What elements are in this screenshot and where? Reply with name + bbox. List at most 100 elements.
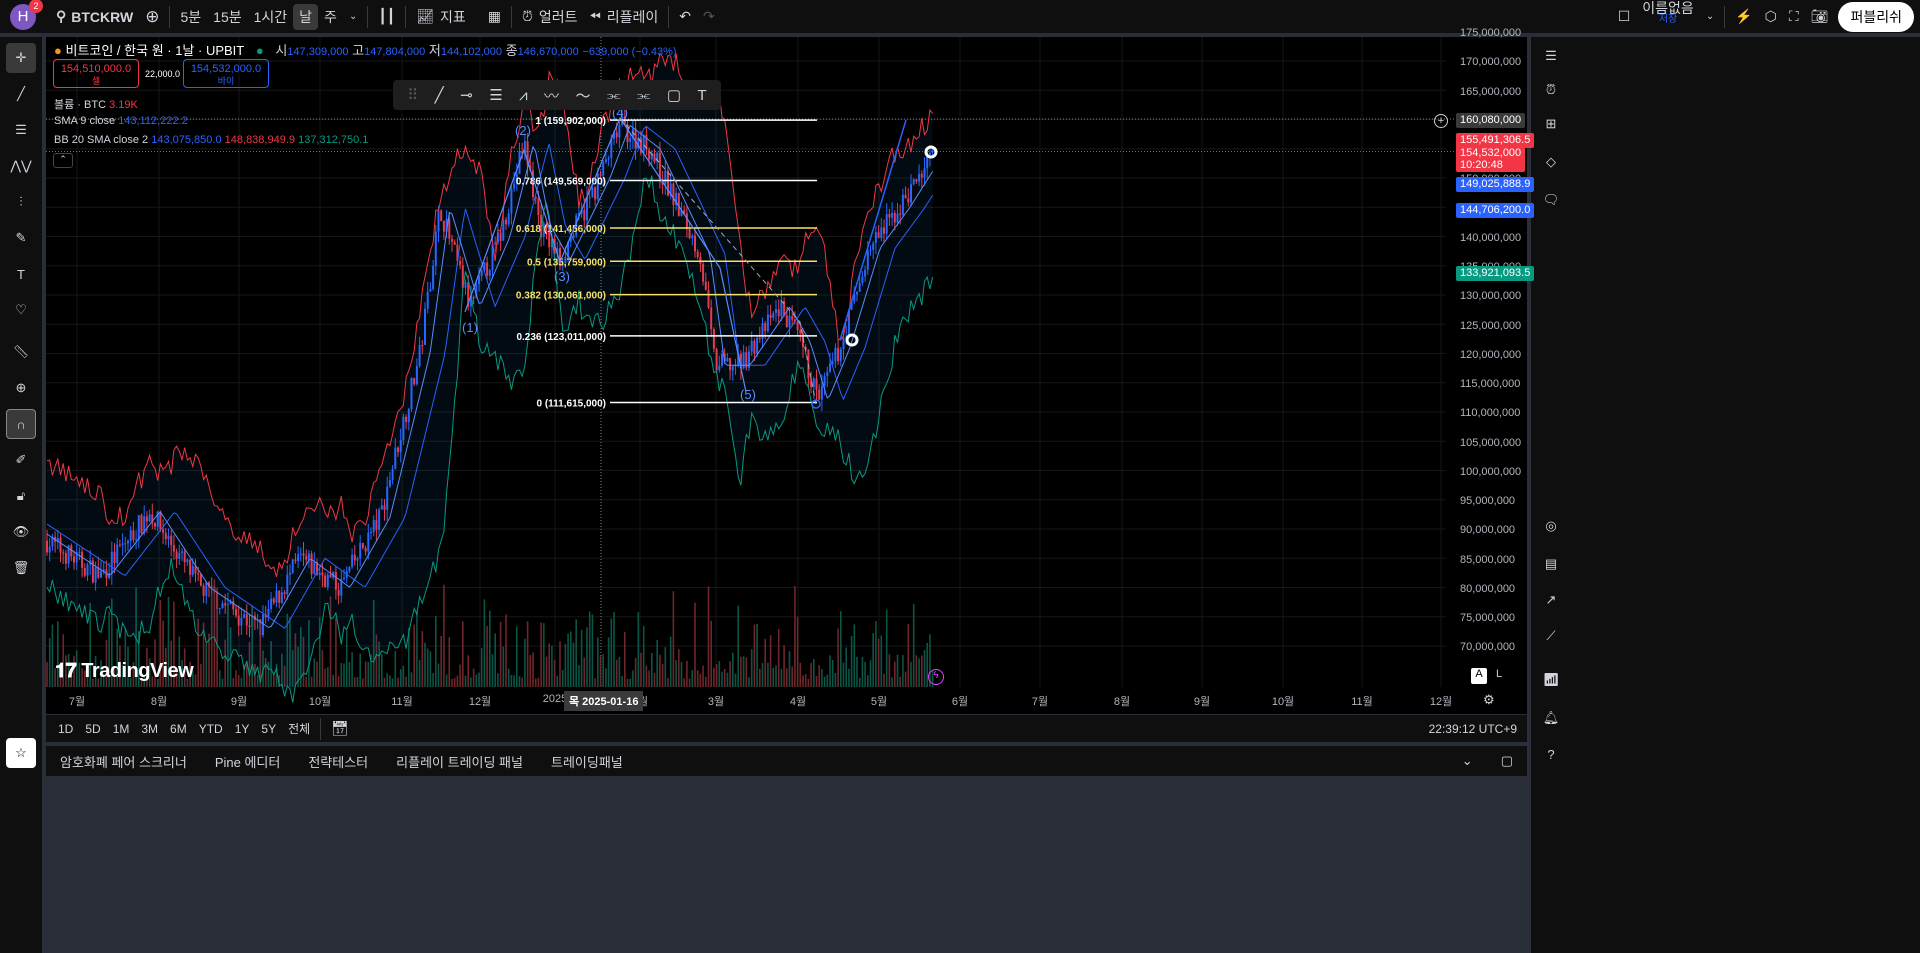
symbol-search[interactable]: ⚲ BTCKRW (50, 4, 139, 30)
trendline-icon[interactable]: ╱ (6, 79, 36, 109)
abc-wave-icon[interactable]: 〜 (575, 85, 590, 106)
layouts-icon[interactable]: ▦ (482, 4, 507, 30)
buy-button[interactable]: 154,532,000.0 바이 (183, 59, 269, 88)
chevron-down-icon[interactable]: ⌄ (1700, 4, 1720, 30)
regression-icon[interactable]: ⫘ (637, 87, 651, 104)
tab-strategy-tester[interactable]: 전략테스터 (294, 752, 382, 771)
star-icon[interactable]: ☆ (6, 738, 36, 768)
log-scale-button[interactable]: L (1491, 668, 1507, 684)
volume-bar (594, 678, 596, 687)
multi-layout-icon[interactable]: ☐ (1612, 4, 1637, 30)
eye-icon[interactable]: 👁︎ (6, 517, 36, 547)
xabcd-pattern-icon[interactable]: ⩘ (519, 87, 527, 104)
layout-name[interactable]: 이름없음 저장 (1636, 1, 1700, 32)
alarm-clock-icon[interactable]: ⏰︎ (1535, 74, 1567, 106)
help-icon[interactable]: ? (1535, 738, 1567, 770)
compare-add-icon[interactable]: ⊕ (139, 4, 165, 30)
interval-15m[interactable]: 15분 (207, 4, 247, 30)
sma-legend[interactable]: SMA 9 close 143,112,222.2 (54, 115, 188, 127)
interval-week[interactable]: 주 (318, 4, 343, 30)
heart-icon[interactable]: ♡ (6, 295, 36, 325)
settings-icon[interactable]: ⬡ (1759, 4, 1783, 30)
range-6m[interactable]: 6M (164, 722, 193, 736)
magnet-icon[interactable]: ∩ (6, 409, 36, 439)
flash-icon[interactable]: ϟ (928, 669, 944, 685)
volume-bar (907, 624, 910, 687)
collapse-panel-icon[interactable]: ⌄ (1448, 753, 1487, 769)
tab-trading-panel[interactable]: 트레이딩패널 (537, 752, 637, 771)
range-1m[interactable]: 1M (107, 722, 136, 736)
candle-type-icon[interactable]: ┃┃ (372, 4, 401, 30)
bb-legend[interactable]: BB 20 SMA close 2 143,075,850.0 148,838,… (54, 134, 368, 146)
chevron-down-icon[interactable]: ⌄ (343, 4, 363, 30)
collapse-legend-button[interactable]: ⌃ (53, 153, 73, 168)
range-3m[interactable]: 3M (135, 722, 164, 736)
calendar-icon[interactable]: ▤ (1535, 548, 1567, 580)
fib-retracement-icon[interactable]: ☰ (489, 86, 502, 104)
quick-search-icon[interactable]: ⚡ (1729, 4, 1758, 30)
broadcast-icon[interactable]: 📶︎ (1535, 664, 1567, 696)
tab-replay-trading[interactable]: 리플레이 트레이딩 패널 (382, 752, 537, 771)
pattern-search-icon[interactable]: ↗ (1535, 584, 1567, 616)
lock-draw-icon[interactable]: ✐ (6, 445, 36, 475)
add-alert-plus-icon[interactable]: + (1434, 114, 1448, 128)
tab-pine-editor[interactable]: Pine 에디터 (201, 752, 295, 771)
layers-icon[interactable]: ◇ (1535, 146, 1567, 178)
lock-icon[interactable]: 🔓︎ (6, 481, 36, 511)
tab-crypto-screener[interactable]: 암호화폐 페어 스크리너 (46, 752, 201, 771)
crosshair-icon[interactable]: ✛ (6, 43, 36, 73)
user-avatar[interactable]: H2 (10, 0, 43, 30)
watchlist-icon[interactable]: ☰ (1535, 40, 1567, 72)
maximize-panel-icon[interactable]: ▢ (1487, 753, 1527, 769)
elliott-wave-icon[interactable]: 〰 (544, 85, 559, 106)
fullscreen-icon[interactable]: ⛶ (1783, 4, 1805, 30)
chat-icon[interactable]: 🗨︎ (1535, 184, 1567, 216)
trash-icon[interactable]: 🗑︎ (6, 553, 36, 583)
volume-bar (507, 668, 510, 687)
forecast-icon[interactable]: ⫶ (6, 187, 36, 217)
clock-timezone[interactable]: 22:39:12 UTC+9 (1423, 722, 1523, 736)
add-note-icon[interactable]: ⊞ (1535, 108, 1567, 140)
interval-5m[interactable]: 5분 (174, 4, 207, 30)
interval-1h[interactable]: 1시간 (248, 4, 294, 30)
chart-settings-icon[interactable]: ⚙ (1483, 692, 1495, 708)
bell-icon[interactable]: 🔔︎ (1535, 702, 1567, 734)
publish-button[interactable]: 퍼블리쉬 (1838, 1, 1914, 32)
redo-icon[interactable]: ↷ (697, 4, 721, 30)
volume-bar (645, 665, 648, 687)
camera-icon[interactable]: 📷︎ (1805, 4, 1835, 30)
volume-bar (750, 649, 753, 687)
sell-button[interactable]: 154,510,000.0 셀 (53, 59, 139, 88)
volume-bar (551, 645, 553, 687)
fib-tool-icon[interactable]: ☰ (6, 115, 36, 145)
indicators-button[interactable]: 📈︎ 지표 (410, 4, 472, 30)
volume-bar (367, 661, 370, 687)
auto-scale-button[interactable]: A (1471, 668, 1487, 684)
trendline-icon[interactable]: ╱ (435, 86, 444, 104)
range-ytd[interactable]: YTD (193, 722, 229, 736)
volume-bar (656, 639, 658, 687)
alert-button[interactable]: ⏰︎ 얼러트 (516, 4, 584, 30)
chart-line-icon[interactable]: ⟋ (1535, 620, 1567, 652)
range-1y[interactable]: 1Y (229, 722, 256, 736)
interval-day[interactable]: 날 (293, 3, 319, 30)
range-5y[interactable]: 5Y (255, 722, 282, 736)
rectangle-icon[interactable]: ▢ (667, 86, 681, 104)
drag-handle-icon[interactable]: ⠿ (407, 86, 418, 104)
zoom-in-icon[interactable]: ⊕ (6, 373, 36, 403)
range-all[interactable]: 전체 (282, 720, 316, 737)
replay-button[interactable]: ⏪︎ 리플레이 (584, 4, 665, 30)
text-icon[interactable]: T (698, 87, 707, 104)
parallel-channel-icon[interactable]: ⫘ (607, 87, 621, 104)
pattern-icon[interactable]: ⋀⋁ (6, 151, 36, 181)
goto-date-icon[interactable]: 📅︎ (325, 720, 355, 737)
range-5d[interactable]: 5D (79, 722, 106, 736)
ruler-icon[interactable]: 📏︎ (6, 337, 36, 367)
range-1d[interactable]: 1D (52, 722, 79, 736)
brush-icon[interactable]: ✎ (6, 223, 36, 253)
wave-label: (5) (740, 387, 756, 402)
undo-icon[interactable]: ↶ (673, 4, 697, 30)
text-icon[interactable]: T (6, 259, 36, 289)
horizontal-ray-icon[interactable]: ⊸ (460, 86, 473, 104)
target-icon[interactable]: ◎ (1535, 510, 1567, 542)
